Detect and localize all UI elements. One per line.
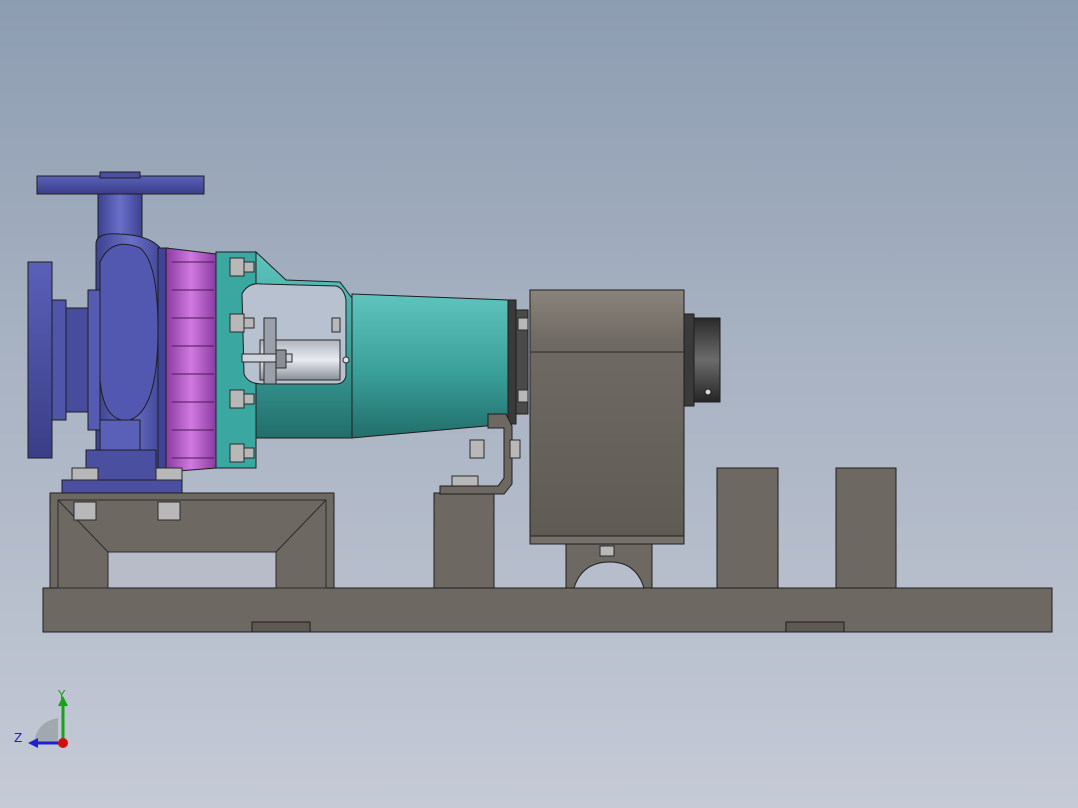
motor-mount-block-1[interactable] [716,467,779,589]
motor-mount-block-2[interactable] [835,467,897,589]
baseplate[interactable] [42,587,1053,633]
coupling-support-block[interactable] [433,492,495,589]
triad-z-label: Z [14,731,23,745]
coordinate-triad[interactable] [12,686,82,756]
triad-z-arrow [28,738,38,748]
motor[interactable] [529,289,721,589]
graphics-viewport[interactable]: Y Z [0,0,1078,808]
triad-x-axis [58,738,68,748]
cad-model-view[interactable] [0,0,1078,808]
seal-cover[interactable] [165,247,217,473]
triad-y-label: Y [58,688,66,702]
